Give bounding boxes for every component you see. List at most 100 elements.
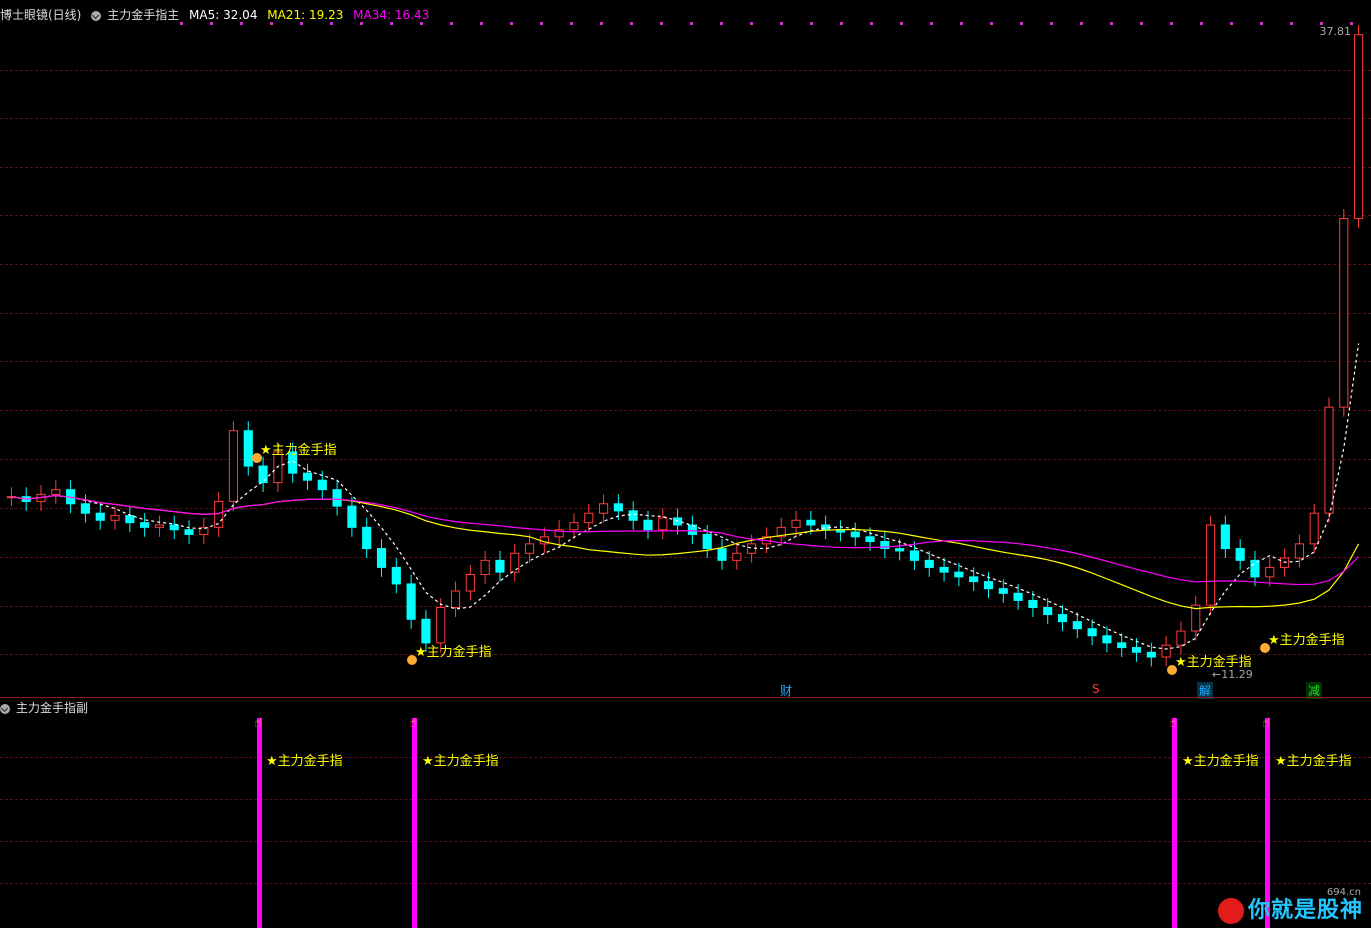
candle-body <box>1235 548 1245 561</box>
marker-dot <box>510 22 513 25</box>
candle-body <box>1220 524 1230 550</box>
candle-body <box>643 519 653 531</box>
candle-body <box>125 515 135 524</box>
signal-bar <box>257 718 262 928</box>
candle-body <box>924 559 934 568</box>
candle-body <box>391 566 401 585</box>
candle-body <box>436 607 446 644</box>
marker-dot <box>780 22 783 25</box>
candle-body <box>569 522 579 531</box>
marker-dot <box>1290 22 1293 25</box>
candle-body <box>954 571 964 578</box>
marker-dot <box>930 22 933 25</box>
candle-body <box>732 552 742 561</box>
candle-body <box>169 524 179 531</box>
candle-body <box>243 430 253 467</box>
marker-dot <box>180 22 183 25</box>
watermark-site: 694.cn <box>1326 887 1361 898</box>
grid-line <box>0 799 1371 800</box>
marker-dot <box>1020 22 1023 25</box>
candle-body <box>702 533 712 550</box>
candle-body <box>184 529 194 535</box>
candle-body <box>1117 642 1127 649</box>
sub-panel-header: 主力金手指副 <box>0 699 94 717</box>
candle-body <box>1309 512 1319 545</box>
candle-body <box>865 536 875 542</box>
marker-dot <box>450 22 453 25</box>
candle-body <box>258 465 268 484</box>
hand-pointer-icon: ☝ <box>1169 716 1177 731</box>
candle-body <box>673 517 683 526</box>
candle-body <box>110 515 120 521</box>
candle-body <box>1102 635 1112 644</box>
marker-dot <box>480 22 483 25</box>
candle-body <box>1294 543 1304 559</box>
candle-body <box>1324 406 1334 514</box>
candle-body <box>347 505 357 528</box>
candle-body <box>1043 607 1053 616</box>
grid-line <box>0 883 1371 884</box>
price-low-label: ←11.29 <box>1212 668 1253 681</box>
marker-dot <box>810 22 813 25</box>
candle-body <box>1176 630 1186 646</box>
marker-dot <box>1170 22 1173 25</box>
candle-body <box>154 524 165 528</box>
candle-body <box>1028 599 1038 609</box>
ma34-line <box>11 494 1360 586</box>
hand-pointer-icon: ☝ <box>1262 716 1270 731</box>
signal-bar <box>412 718 417 928</box>
candle-body <box>140 522 150 528</box>
marker-dot <box>630 22 633 25</box>
candle-body <box>1339 218 1349 408</box>
candle-body <box>228 430 239 502</box>
marker-dot <box>1110 22 1113 25</box>
candle-body <box>406 583 416 620</box>
marker-dot <box>240 22 243 25</box>
candle-body <box>584 512 594 524</box>
chevron-down-icon[interactable] <box>0 703 10 714</box>
marker-dot <box>1080 22 1083 25</box>
sub-indicator-name[interactable]: 主力金手指副 <box>16 701 88 715</box>
candle-body <box>1250 559 1260 578</box>
marker-dot <box>1050 22 1053 25</box>
marker-dot <box>1320 22 1323 25</box>
marker-dot <box>1200 22 1203 25</box>
marker-dot <box>390 22 393 25</box>
hand-pointer-icon <box>1260 643 1270 653</box>
candle-body <box>717 548 727 561</box>
candle-body <box>332 489 342 507</box>
marker-dot <box>570 22 573 25</box>
hand-pointer-icon <box>1167 665 1177 675</box>
marker-dot <box>1260 22 1263 25</box>
signal-marker-label: ★主力金手指 <box>1268 632 1345 648</box>
marker-dot <box>1230 22 1233 25</box>
candle-body <box>599 503 609 514</box>
candle-body <box>806 519 816 526</box>
candle-body <box>495 559 505 573</box>
candle-body <box>998 588 1008 594</box>
hand-pointer-icon <box>252 453 262 463</box>
candle-body <box>1057 614 1068 623</box>
candle-body <box>791 519 801 528</box>
marker-dot <box>720 22 723 25</box>
marker-dot <box>660 22 663 25</box>
signal-marker-label: ★主力金手指 <box>260 442 337 458</box>
marker-dot <box>300 22 303 25</box>
candlestick-chart[interactable]: ★主力金手指★主力金手指★主力金手指★主力金手指 <box>0 0 1371 697</box>
ma21-line <box>11 494 1360 610</box>
marker-dot <box>840 22 843 25</box>
candle-body <box>80 503 90 514</box>
candle-body <box>1161 644 1171 658</box>
marker-dot <box>870 22 873 25</box>
event-badge-s[interactable]: S <box>1090 682 1102 696</box>
candle-body <box>909 550 920 561</box>
marker-dot <box>210 22 213 25</box>
marker-dot <box>1140 22 1143 25</box>
candle-body <box>939 566 949 573</box>
ma5-line <box>11 343 1360 650</box>
candle-body <box>1146 651 1156 658</box>
marker-dot <box>990 22 993 25</box>
candle-body <box>214 500 224 528</box>
candle-body <box>450 590 461 608</box>
candle-body <box>317 479 327 491</box>
